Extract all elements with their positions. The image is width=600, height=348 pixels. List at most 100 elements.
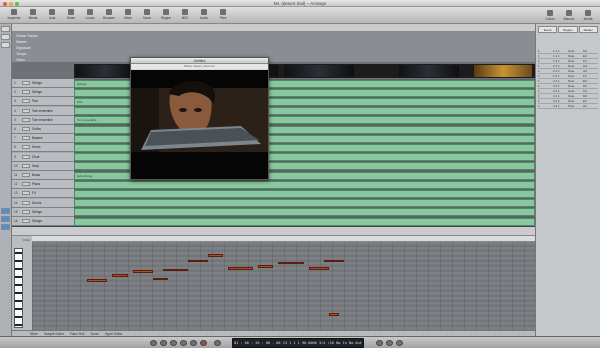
mute-solo-buttons[interactable]: [22, 99, 30, 104]
transport-display[interactable]: 01 : 00 : 26 : 00 . 00 13 1 1 1 90.0000 …: [232, 338, 364, 348]
global-track-label[interactable]: Tempo: [16, 52, 27, 56]
mute-solo-buttons[interactable]: [22, 209, 30, 214]
mute-solo-buttons[interactable]: [22, 90, 30, 95]
toolbar-score-button[interactable]: Score: [139, 9, 155, 22]
movie-window[interactable]: Untitled Movie: desert_trial.mov: [130, 57, 269, 180]
midi-note[interactable]: [187, 259, 209, 263]
mute-solo-buttons[interactable]: [22, 81, 30, 85]
toolbar-mixer-button[interactable]: Mixer: [120, 9, 136, 22]
midi-region[interactable]: [74, 208, 535, 217]
midi-note[interactable]: [228, 266, 254, 270]
midi-note[interactable]: [278, 261, 304, 265]
metronome-button[interactable]: [396, 340, 403, 346]
mute-solo-buttons[interactable]: [22, 200, 30, 205]
sync-button[interactable]: [386, 340, 393, 346]
event-list-tab[interactable]: Region: [558, 26, 578, 33]
rewind-button[interactable]: [150, 340, 157, 346]
midi-note[interactable]: [208, 254, 224, 258]
track-name: Tom ensemble: [32, 117, 53, 122]
midi-region[interactable]: [74, 180, 535, 189]
inspector-region-params[interactable]: [1, 26, 10, 32]
midi-note[interactable]: [328, 313, 339, 316]
track-header[interactable]: 7 Basses: [12, 134, 74, 144]
solo-button[interactable]: [376, 340, 383, 346]
toolbar-media-button[interactable]: Media: [25, 9, 41, 22]
cycle-button[interactable]: [214, 340, 221, 346]
piano-roll-grid[interactable]: [32, 242, 535, 331]
toolbar-loops-button[interactable]: Loops: [82, 9, 98, 22]
midi-note[interactable]: [323, 259, 344, 263]
track-header[interactable]: 8 Horns: [12, 143, 74, 153]
piano-roll-track-label: Choir: [23, 238, 31, 242]
mute-solo-buttons[interactable]: [22, 182, 30, 187]
event-list-tab[interactable]: Event: [538, 26, 558, 33]
mute-solo-buttons[interactable]: [22, 191, 30, 196]
mute-solo-buttons[interactable]: [22, 173, 30, 177]
track-header[interactable]: 4 Tom ensemble: [12, 106, 74, 116]
toolbar-files-button[interactable]: Files: [215, 9, 231, 22]
record-button[interactable]: [200, 340, 207, 346]
track-header[interactable]: 10 Harp: [12, 161, 74, 171]
forward-button[interactable]: [160, 340, 167, 346]
track-header[interactable]: 1 Strings: [12, 79, 74, 88]
piano-keyboard[interactable]: [14, 248, 23, 328]
mute-solo-buttons[interactable]: [22, 136, 30, 141]
mute-solo-buttons[interactable]: [22, 117, 30, 122]
midi-region[interactable]: [74, 217, 535, 226]
track-number: 13: [14, 191, 18, 196]
toolbar-media-button[interactable]: Media: [580, 10, 596, 23]
midi-region[interactable]: [74, 199, 535, 208]
track-header[interactable]: 12 Piano: [12, 180, 74, 190]
toolbar-midi-button[interactable]: MIDI: [177, 9, 193, 22]
inspector-output-slot[interactable]: [1, 224, 10, 230]
track-header[interactable]: 3 Pizz: [12, 97, 74, 107]
midi-note[interactable]: [132, 270, 153, 274]
mute-solo-buttons[interactable]: [22, 145, 30, 150]
toolbar-inspector-button[interactable]: Inspector: [6, 9, 22, 22]
inspector-track-params[interactable]: [1, 34, 10, 40]
toolbar-lists-button[interactable]: Lists: [44, 9, 60, 22]
toolbar-bounce-button[interactable]: Bounce: [561, 10, 577, 23]
pause-button[interactable]: [190, 340, 197, 346]
toolbar-button-label: Region: [160, 16, 172, 20]
event-list-tab[interactable]: Marker: [578, 26, 598, 33]
global-track-label[interactable]: Global Tracks: [16, 34, 37, 38]
midi-note[interactable]: [308, 266, 329, 270]
midi-region[interactable]: [74, 190, 535, 198]
track-header[interactable]: 11 Brass: [12, 171, 74, 180]
global-track-label[interactable]: Signature: [16, 46, 31, 50]
global-track-label[interactable]: Marker: [16, 40, 27, 44]
track-header[interactable]: 5 Tom ensemble: [12, 115, 74, 125]
play-button[interactable]: [180, 340, 187, 346]
toolbar-browser-button[interactable]: Browser: [101, 9, 117, 22]
region-icon: [163, 9, 169, 15]
track-header[interactable]: 16 Strings: [12, 217, 74, 226]
global-track-label[interactable]: Video: [16, 58, 25, 62]
mute-solo-buttons[interactable]: [22, 108, 30, 113]
stop-button[interactable]: [170, 340, 177, 346]
inspector-insert-slot[interactable]: [1, 208, 10, 214]
midi-note[interactable]: [152, 277, 168, 281]
midi-note[interactable]: [258, 265, 274, 268]
track-header[interactable]: 14 Drums: [12, 198, 74, 208]
inspector-channel-strip[interactable]: [1, 42, 10, 48]
midi-note[interactable]: [162, 268, 188, 272]
track-header[interactable]: 2 Strings: [12, 88, 74, 98]
event-list-row[interactable]: 1 4 3 1 Note A2: [538, 104, 598, 109]
toolbar-notes-button[interactable]: Notes: [63, 9, 79, 22]
midi-note[interactable]: [87, 279, 108, 282]
inspector-send-slot[interactable]: [1, 216, 10, 222]
toolbar-region-button[interactable]: Region: [158, 9, 174, 22]
mute-solo-buttons[interactable]: [22, 154, 30, 159]
mute-solo-buttons[interactable]: [22, 163, 30, 168]
mute-solo-buttons[interactable]: [22, 219, 30, 223]
track-header[interactable]: 9 Choir: [12, 152, 74, 162]
midi-note[interactable]: [112, 274, 128, 277]
track-header[interactable]: 13 FX: [12, 189, 74, 199]
toolbar-colors-button[interactable]: Colors: [542, 10, 558, 23]
mute-solo-buttons[interactable]: [22, 127, 30, 131]
event-list-cell: F3: [583, 59, 587, 63]
track-header[interactable]: 6 Cellos: [12, 125, 74, 134]
track-header[interactable]: 15 Strings: [12, 207, 74, 217]
toolbar-audio-button[interactable]: Audio: [196, 9, 212, 22]
